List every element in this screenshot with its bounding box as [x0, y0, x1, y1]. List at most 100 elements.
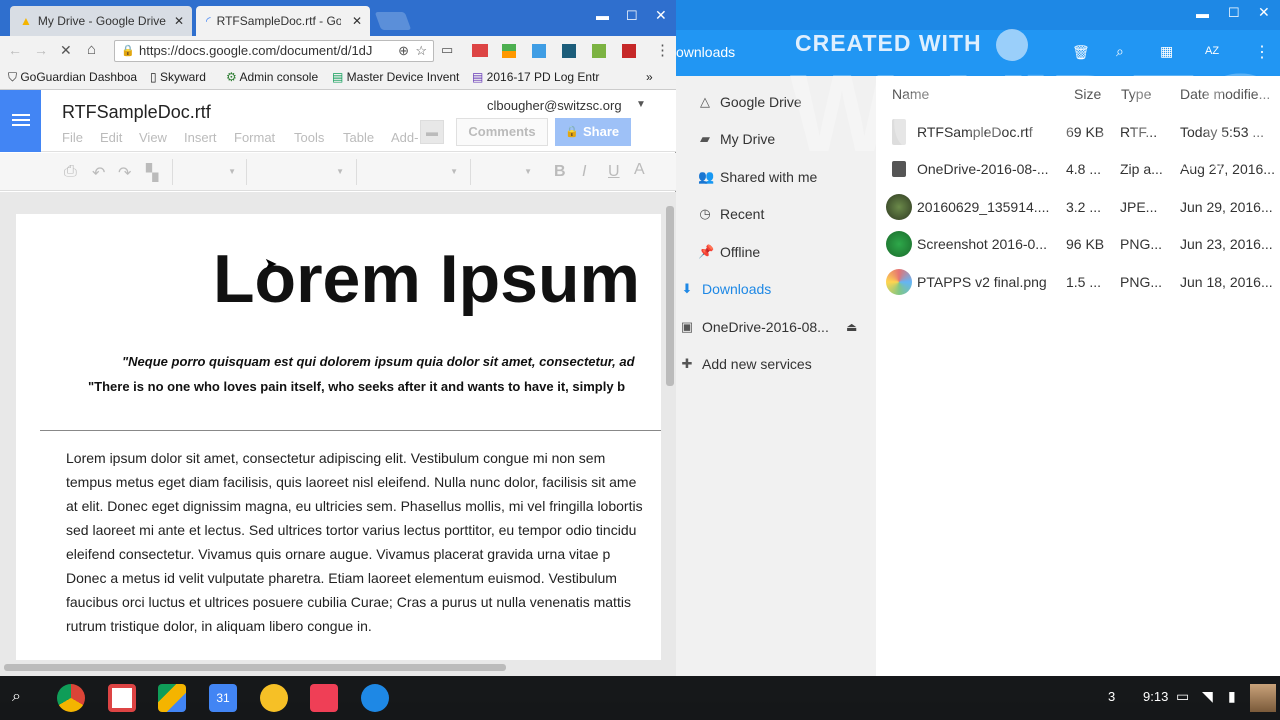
menu-addons[interactable]: Add- — [391, 130, 418, 145]
underline-icon[interactable]: U — [608, 163, 620, 181]
maximize-icon[interactable]: ☐ — [1228, 5, 1240, 21]
file-row[interactable]: PTAPPS v2 final.png 1.5 ... PNG... Jun 1… — [876, 264, 1280, 301]
address-bar[interactable]: 🔒 https://docs.google.com/document/d/1dJ… — [114, 40, 434, 62]
avatar[interactable] — [1250, 684, 1276, 712]
account-email[interactable]: clbougher@switzsc.org — [487, 98, 622, 113]
horizontal-scrollbar[interactable] — [4, 664, 506, 671]
paint-format-icon[interactable]: ▚ — [146, 163, 158, 183]
lock-icon: 🔒 — [121, 45, 135, 57]
gmail-app-icon[interactable] — [108, 684, 136, 712]
new-tab-button[interactable] — [374, 12, 412, 30]
bookmark-master-device[interactable]: ▤ Master Device Invent — [332, 70, 460, 84]
sidebar-item-add-services[interactable]: ✚ Add new services — [676, 346, 876, 382]
docs-toolbar: ⎙ ↶ ↷ ▚ ▼ ▼ ▼ ▼ B I U A — [0, 153, 676, 191]
close-tab-icon[interactable]: ✕ — [174, 14, 184, 28]
italic-icon[interactable]: I — [582, 163, 586, 181]
calendar-app-icon[interactable]: 31 — [209, 684, 237, 712]
bookmarks-overflow[interactable]: » — [646, 70, 653, 84]
chevron-down-icon[interactable]: ▼ — [636, 99, 646, 110]
bookmark-label: Skyward — [159, 70, 206, 84]
sidebar-item-onedrive[interactable]: ▣ OneDrive-2016-08... ⏏ — [676, 309, 876, 345]
extension-icon[interactable] — [532, 44, 546, 58]
sidebar-item-recent[interactable]: ◷ Recent — [676, 196, 876, 232]
bookmark-admin-console[interactable]: ⚙ Admin console — [226, 70, 318, 84]
bookmark-goguardian[interactable]: ⛉ GoGuardian Dashboa — [8, 70, 137, 85]
text-color-icon[interactable]: A — [634, 161, 645, 179]
body-line: rutrum tristique dolor, in aliquam liber… — [66, 618, 372, 634]
files-app-icon[interactable] — [361, 684, 389, 712]
menu-tools[interactable]: Tools — [294, 130, 324, 145]
home-icon[interactable]: ⌂ — [87, 41, 96, 58]
launcher-search-icon[interactable]: ⌕ — [12, 688, 21, 706]
bold-icon[interactable]: B — [554, 163, 566, 181]
menu-format[interactable]: Format — [234, 130, 275, 145]
menu-insert[interactable]: Insert — [184, 130, 217, 145]
maximize-icon[interactable]: ☐ — [626, 8, 638, 24]
file-row[interactable]: 20160629_135914.... 3.2 ... JPE... Jun 2… — [876, 189, 1280, 226]
notification-count[interactable]: 3 — [1108, 689, 1115, 704]
lock-icon: 🔒 — [565, 126, 579, 138]
battery-icon[interactable]: ▮ — [1228, 688, 1236, 705]
docs-logo[interactable] — [0, 90, 41, 152]
files-titlebar: ▬ ☐ ✕ — [676, 0, 1280, 30]
cast-icon[interactable]: ▭ — [441, 42, 453, 58]
stop-icon[interactable]: ✕ — [60, 42, 72, 59]
download-icon: ⬇ — [681, 281, 693, 296]
comment-icon[interactable]: ▬ — [420, 120, 444, 144]
file-date: Jun 29, 2016... — [1180, 199, 1273, 215]
close-tab-icon[interactable]: ✕ — [352, 14, 362, 28]
clock[interactable]: 9:13 — [1143, 689, 1168, 704]
menu-table[interactable]: Table — [343, 130, 374, 145]
body-line: eleifend consectetur. Vivamus quis ornar… — [66, 546, 611, 562]
back-icon[interactable]: ← — [8, 42, 22, 58]
vertical-scrollbar[interactable] — [666, 206, 674, 386]
style-select[interactable]: ▼ — [246, 159, 354, 185]
comments-button[interactable]: Comments — [456, 118, 548, 146]
chrome-app-icon[interactable] — [57, 684, 85, 712]
sidebar-item-downloads[interactable]: ⬇ Downloads — [676, 271, 876, 307]
menu-view[interactable]: View — [139, 130, 167, 145]
keep-app-icon[interactable] — [260, 684, 288, 712]
document-heading: Lorem Ipsum — [213, 241, 640, 317]
pin-icon: 📌 — [698, 244, 715, 259]
wifi-icon[interactable]: ◥ — [1202, 688, 1213, 705]
close-icon[interactable]: ✕ — [655, 7, 667, 24]
bookmark-skyward[interactable]: ▯ Skyward — [150, 70, 206, 84]
tab-rtf-doc[interactable]: ◜ RTFSampleDoc.rtf - Goo ✕ — [196, 6, 370, 36]
extension-icon[interactable] — [592, 44, 606, 58]
sidebar-item-offline[interactable]: 📌 Offline — [676, 234, 876, 270]
shield-icon: ⛉ — [8, 70, 21, 84]
minimize-icon[interactable]: ▬ — [1196, 6, 1209, 21]
redo-icon[interactable]: ↷ — [118, 163, 131, 183]
document-title[interactable]: RTFSampleDoc.rtf — [62, 102, 211, 123]
pocket-app-icon[interactable] — [310, 684, 338, 712]
cast-status-icon[interactable]: ▭ — [1176, 688, 1189, 705]
forward-icon[interactable]: → — [34, 42, 48, 58]
zoom-select[interactable]: ▼ — [172, 159, 244, 185]
extension-icon[interactable] — [502, 44, 516, 58]
menu-file[interactable]: File — [62, 130, 83, 145]
document-page[interactable]: Lorem Ipsum "Neque porro quisquam est qu… — [16, 214, 661, 660]
font-select[interactable]: ▼ — [356, 159, 468, 185]
extension-icon[interactable] — [622, 44, 636, 58]
minimize-icon[interactable]: ▬ — [596, 8, 609, 23]
font-size-select[interactable]: ▼ — [470, 159, 540, 185]
watermark-text: CREATED WITH — [795, 30, 982, 56]
print-icon[interactable]: ⎙ — [64, 163, 77, 181]
share-button[interactable]: 🔒 Share — [555, 118, 631, 146]
undo-icon[interactable]: ↶ — [92, 163, 105, 183]
gmail-ext-icon[interactable] — [472, 44, 488, 57]
body-line: tempus metus eget diam facilisis, quis l… — [66, 474, 637, 490]
extension-icon[interactable] — [562, 44, 576, 58]
star-icon[interactable]: ☆ — [415, 41, 427, 61]
loading-icon: ◜ — [206, 14, 211, 28]
drive-app-icon[interactable] — [158, 684, 186, 712]
file-row[interactable]: Screenshot 2016-0... 96 KB PNG... Jun 23… — [876, 226, 1280, 263]
bookmark-pd-log[interactable]: ▤ 2016-17 PD Log Entr — [472, 70, 600, 84]
chrome-menu-icon[interactable]: ⋮ — [655, 41, 670, 59]
menu-edit[interactable]: Edit — [100, 130, 122, 145]
tab-my-drive[interactable]: ▲ My Drive - Google Drive ✕ — [10, 6, 192, 36]
close-icon[interactable]: ✕ — [1258, 4, 1270, 21]
eject-icon[interactable]: ⏏ — [846, 320, 857, 334]
zoom-icon[interactable]: ⊕ — [398, 41, 409, 61]
